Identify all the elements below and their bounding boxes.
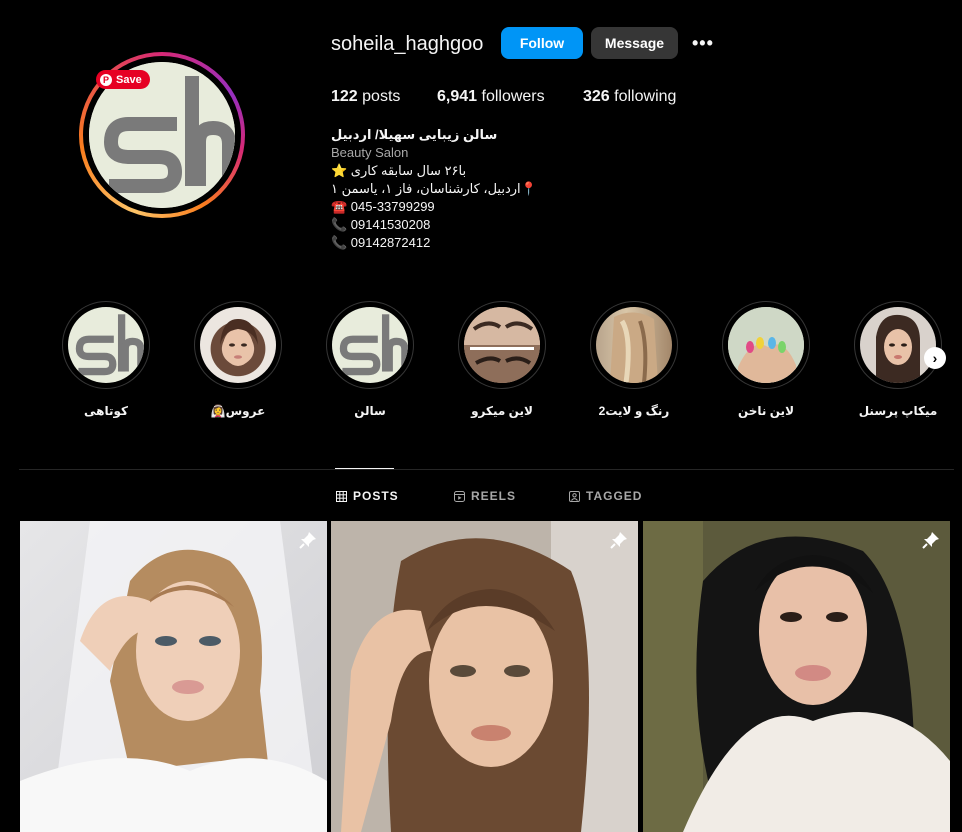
- posts-count: 122 posts: [331, 88, 400, 106]
- highlight-item[interactable]: 👰‍♀️عروس: [194, 301, 282, 418]
- active-tab-indicator: [335, 468, 394, 469]
- tab-posts[interactable]: POSTS: [336, 489, 399, 503]
- bio-line-phone-landline: ☎️ 045-33799299: [331, 199, 435, 214]
- post-image-bride: [20, 521, 327, 832]
- more-options-icon[interactable]: •••: [692, 33, 714, 54]
- post-thumbnail[interactable]: [20, 521, 327, 832]
- tab-reels-label: REELS: [471, 489, 517, 503]
- pin-icon: [922, 532, 939, 549]
- highlight-item[interactable]: لاین میکرو: [458, 301, 546, 418]
- profile-username: soheila_haghgoo: [331, 33, 484, 55]
- highlight-item[interactable]: کوتاهی: [62, 301, 150, 418]
- bride-photo: [200, 307, 276, 383]
- pin-icon: [610, 532, 627, 549]
- hair-color-photo: [596, 307, 672, 383]
- post-image-portrait: [643, 521, 950, 832]
- followers-count-value: 6,941: [437, 88, 478, 105]
- tabs-divider: [19, 469, 954, 470]
- highlight-item[interactable]: لاین ناخن: [722, 301, 810, 418]
- highlight-label: لاین ناخن: [737, 404, 795, 418]
- followers-count-label: followers: [481, 88, 545, 105]
- followers-link[interactable]: 6,941 followers: [437, 88, 545, 106]
- highlight-label: لاین میکرو: [471, 404, 533, 418]
- following-count-label: following: [614, 88, 677, 105]
- posts-count-value: 122: [331, 88, 358, 105]
- makeup-photo: [860, 307, 936, 383]
- bio-line-phone-mobile-2: 📞 09142872412: [331, 235, 431, 250]
- highlight-label: سالن: [354, 404, 386, 418]
- tab-tagged-label: TAGGED: [586, 489, 643, 503]
- highlight-label: رنگ و لایت2: [598, 404, 670, 418]
- tagged-icon: [569, 490, 580, 502]
- post-thumbnail[interactable]: [331, 521, 638, 832]
- bio-name: سالن زیبایی سهیلا/ اردبیل: [331, 127, 498, 142]
- grid-icon: [336, 490, 347, 502]
- bio-line-experience: با۲۶ سال سابقه کاری ⭐: [331, 163, 467, 178]
- following-link[interactable]: 326 following: [583, 88, 676, 106]
- brows-photo: [464, 307, 540, 383]
- tab-tagged[interactable]: TAGGED: [569, 489, 642, 503]
- highlight-label: کوتاهی: [84, 404, 128, 418]
- highlight-item[interactable]: سالن: [326, 301, 414, 418]
- bio-line-address: 📍اردبیل، کارشناسان، فاز ۱، یاسمن ۱: [331, 181, 537, 196]
- pinterest-icon: P: [100, 73, 112, 86]
- follow-button[interactable]: Follow: [501, 27, 583, 59]
- tab-reels[interactable]: REELS: [454, 489, 516, 503]
- pinterest-save-button[interactable]: P Save: [96, 70, 150, 89]
- post-image-bridal-makeup: [331, 521, 638, 832]
- sh-logo-icon: [68, 307, 144, 383]
- highlight-label: 👰‍♀️عروس: [210, 404, 266, 418]
- highlight-item[interactable]: رنگ و لایت2: [590, 301, 678, 418]
- tab-posts-label: POSTS: [353, 489, 399, 503]
- nails-photo: [728, 307, 804, 383]
- message-button[interactable]: Message: [591, 27, 678, 59]
- highlights-next-arrow-icon[interactable]: ›: [924, 347, 946, 369]
- sh-logo-icon: [332, 307, 408, 383]
- following-count-value: 326: [583, 88, 610, 105]
- reels-icon: [454, 490, 465, 502]
- save-label: Save: [116, 73, 142, 86]
- bio-category: Beauty Salon: [331, 145, 409, 160]
- highlight-label: میکاپ پرسنل: [858, 404, 938, 418]
- post-thumbnail[interactable]: [643, 521, 950, 832]
- pin-icon: [299, 532, 316, 549]
- posts-count-label: posts: [362, 88, 401, 105]
- bio-line-phone-mobile-1: 📞 09141530208: [331, 217, 431, 232]
